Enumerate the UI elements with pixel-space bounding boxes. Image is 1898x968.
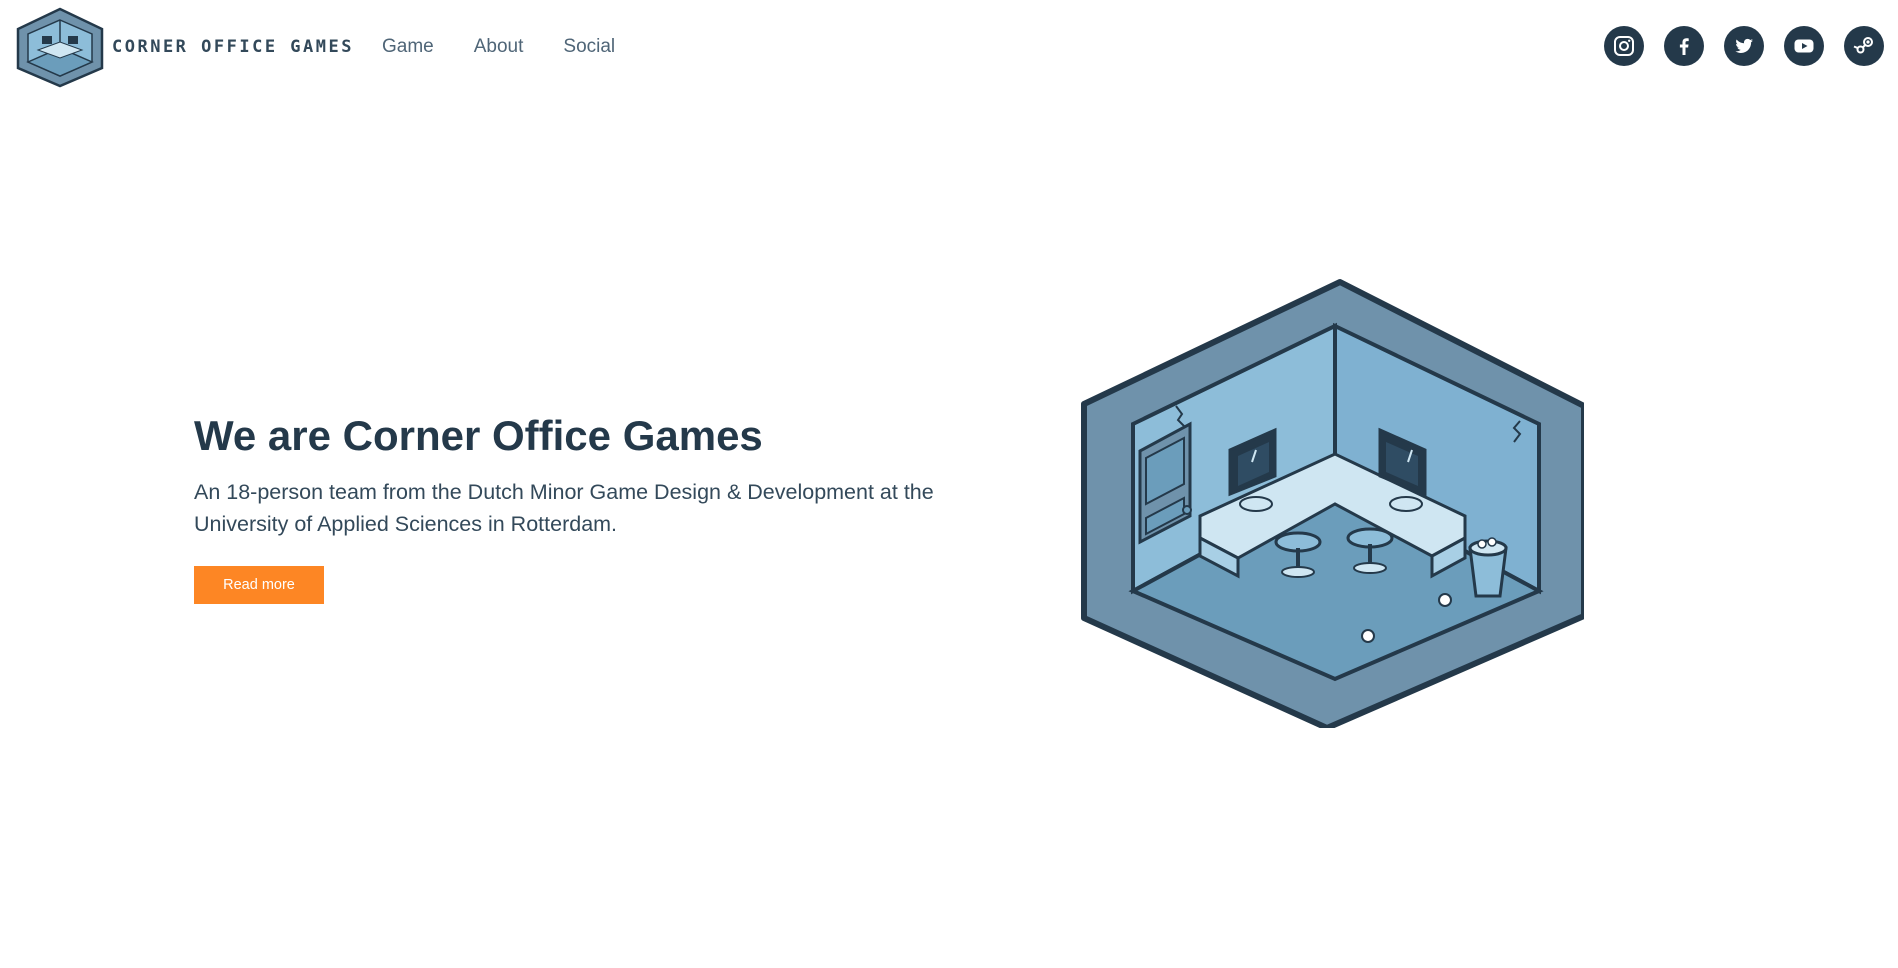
facebook-link[interactable] (1664, 26, 1704, 66)
instagram-icon (1614, 36, 1634, 56)
nav-item-about[interactable]: About (474, 36, 524, 58)
logo-wordmark: Corner Office Games (112, 37, 354, 57)
facebook-icon (1679, 38, 1689, 55)
steam-link[interactable] (1844, 26, 1884, 66)
social-links (1604, 26, 1884, 66)
hero-title: We are Corner Office Games (194, 412, 763, 459)
youtube-link[interactable] (1784, 26, 1824, 66)
nav-item-game[interactable]: Game (382, 36, 434, 58)
read-more-button[interactable]: Read more (194, 566, 324, 604)
page: Corner Office Games Game About Social (0, 0, 1898, 968)
main-nav: Game About Social (382, 36, 655, 58)
twitter-icon (1735, 38, 1753, 53)
instagram-link[interactable] (1604, 26, 1644, 66)
twitter-link[interactable] (1724, 26, 1764, 66)
logo-link[interactable]: Corner Office Games (14, 6, 354, 88)
nav-item-social[interactable]: Social (563, 36, 615, 58)
youtube-icon (1794, 39, 1814, 53)
site-header: Corner Office Games Game About Social (0, 0, 1898, 95)
logo-icon (16, 7, 104, 88)
office-room-illustration (1081, 279, 1584, 728)
steam-icon (1853, 37, 1873, 54)
hero-subtitle: An 18-person team from the Dutch Minor G… (194, 480, 934, 536)
